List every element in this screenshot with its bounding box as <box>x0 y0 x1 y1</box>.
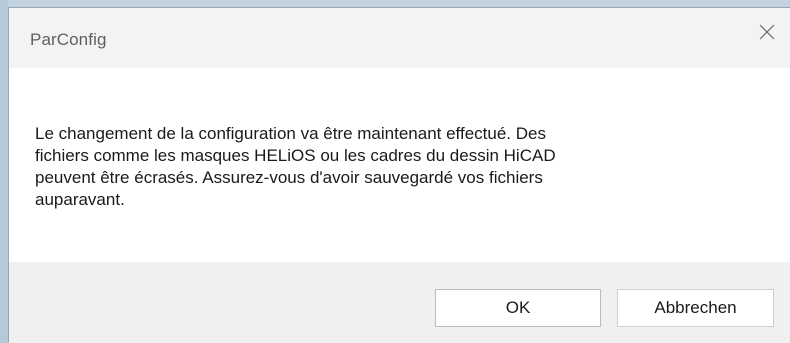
title-bar[interactable]: ParConfig <box>9 8 790 68</box>
cancel-button[interactable]: Abbrechen <box>617 289 774 327</box>
dialog-content: Le changement de la configuration va êtr… <box>9 68 790 262</box>
parconfig-dialog: ParConfig Le changement de la configurat… <box>8 7 790 343</box>
message-text: Le changement de la configuration va êtr… <box>35 124 556 209</box>
desktop-background-top <box>0 0 790 7</box>
window-title: ParConfig <box>30 30 107 49</box>
ok-button[interactable]: OK <box>435 289 601 327</box>
desktop-background-left <box>0 0 8 342</box>
close-button[interactable] <box>744 8 790 56</box>
close-icon <box>759 24 775 40</box>
dialog-footer: OK Abbrechen <box>9 262 790 343</box>
